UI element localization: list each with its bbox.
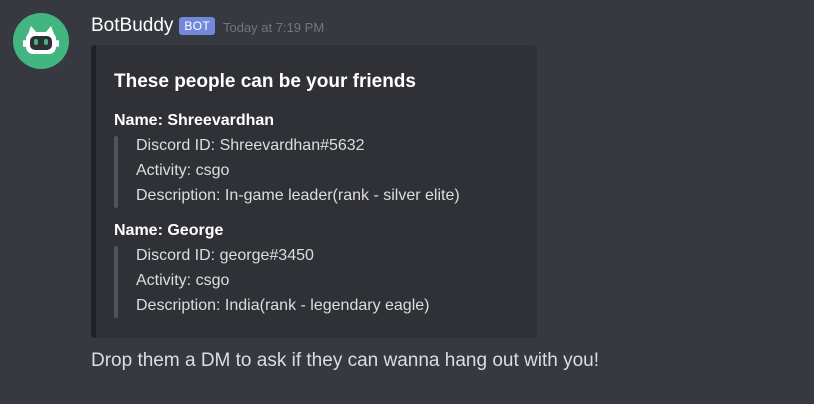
message-timestamp[interactable]: Today at 7:19 PM <box>223 17 324 35</box>
field-discord-id: Discord ID: george#3450 <box>136 247 314 264</box>
bot-tag-badge: BOT <box>179 17 215 35</box>
chat-message: BotBuddy BOT Today at 7:19 PM These peop… <box>0 0 814 404</box>
field-description: Description: India(rank - legendary eagl… <box>136 297 430 314</box>
field-activity: Activity: csgo <box>136 272 230 289</box>
field-discord-id: Discord ID: Shreevardhan#5632 <box>136 137 365 154</box>
embed-field-name: Name: George <box>114 222 224 239</box>
embed-field-quote: Discord ID: george#3450 Activity: csgo D… <box>114 246 514 318</box>
field-activity: Activity: csgo <box>136 162 230 179</box>
message-embed: These people can be your friends Name: S… <box>91 45 537 338</box>
message-header: BotBuddy BOT Today at 7:19 PM <box>91 13 324 39</box>
embed-field-quote: Discord ID: Shreevardhan#5632 Activity: … <box>114 136 514 208</box>
embed-field-name: Name: Shreevardhan <box>114 112 275 129</box>
bot-avatar[interactable] <box>13 13 69 69</box>
quote-bar <box>114 246 118 318</box>
robot-icon <box>21 24 61 58</box>
embed-title: These people can be your friends <box>114 71 416 92</box>
field-description: Description: In-game leader(rank - silve… <box>136 187 460 204</box>
quote-bar <box>114 136 118 208</box>
followup-message-text: Drop them a DM to ask if they can wanna … <box>91 350 599 371</box>
author-username[interactable]: BotBuddy <box>91 15 173 37</box>
